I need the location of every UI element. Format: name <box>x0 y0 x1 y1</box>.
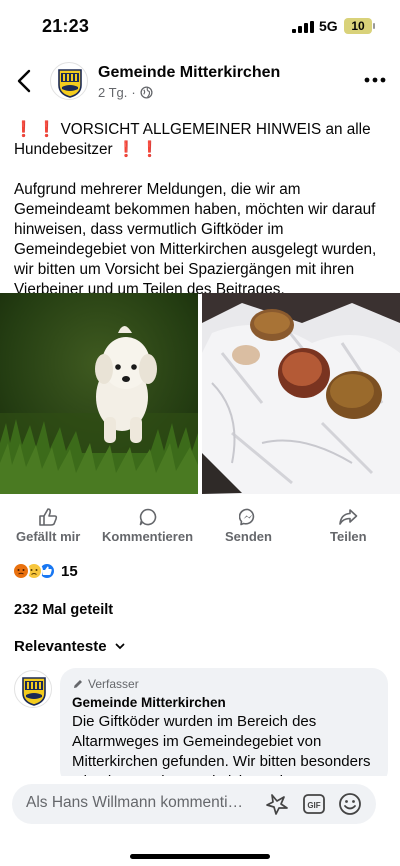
comment-bubble: Verfasser Gemeinde Mitterkirchen Die Gif… <box>60 668 388 790</box>
share-button[interactable]: Teilen <box>330 508 367 544</box>
author-badge: Verfasser <box>72 677 376 691</box>
meta-separator: · <box>131 85 136 100</box>
poison-bait-photo[interactable] <box>202 293 400 494</box>
comment-input[interactable] <box>26 794 266 812</box>
like-label: Gefällt mir <box>16 529 81 544</box>
comment-composer: GIF <box>12 784 376 824</box>
sort-label: Relevanteste <box>14 638 107 655</box>
pencil-icon <box>74 680 82 688</box>
share-icon <box>339 509 358 525</box>
angry-icon <box>12 562 30 580</box>
battery-cap <box>373 23 375 29</box>
coat-of-arms-icon <box>22 677 46 706</box>
messenger-icon <box>239 508 255 526</box>
comment-button[interactable]: Kommentieren <box>102 508 193 544</box>
reaction-count: 15 <box>61 562 78 580</box>
send-button[interactable]: Senden <box>225 508 272 544</box>
post-photos <box>0 293 400 494</box>
page-name[interactable]: Gemeinde Mitterkirchen <box>98 64 280 82</box>
network-type: 5G <box>319 18 338 34</box>
page-avatar[interactable] <box>50 62 88 100</box>
post-text: ❗ ❗ VORSICHT ALLGEMEINER HINWEIS an alle… <box>14 120 392 320</box>
coat-of-arms-icon <box>58 69 82 98</box>
author-badge-label: Verfasser <box>88 677 139 691</box>
thumbs-up-icon <box>39 508 58 526</box>
status-time: 21:23 <box>42 16 90 36</box>
exclamation-icon: ❗ <box>14 121 34 138</box>
comment-author-name[interactable]: Gemeinde Mitterkirchen <box>72 695 376 710</box>
more-options-icon[interactable] <box>362 70 388 90</box>
exclamation-icon: ❗ <box>140 141 160 158</box>
chevron-down-icon <box>115 643 124 650</box>
comment-label: Kommentieren <box>102 529 194 544</box>
comment-author-avatar[interactable] <box>14 670 52 708</box>
exclamation-icon: ❗ <box>116 141 136 158</box>
post-headline: ❗ ❗ VORSICHT ALLGEMEINER HINWEIS an alle… <box>14 120 392 160</box>
comment-icon <box>139 508 156 526</box>
back-arrow-icon[interactable] <box>14 68 36 94</box>
status-bar: 21:23 5G 10 <box>0 0 400 52</box>
signal-icon <box>292 21 314 33</box>
battery-icon: 10 <box>344 18 372 34</box>
gif-icon[interactable]: GIF <box>302 792 326 816</box>
post-body: Aufgrund mehrerer Meldungen, die wir am … <box>14 181 377 298</box>
emoji-icon[interactable] <box>338 792 362 816</box>
share-count[interactable]: 232 Mal geteilt <box>14 602 113 618</box>
share-label: Teilen <box>330 529 367 544</box>
post-actions: Gefällt mir Kommentieren Senden Teilen <box>0 508 400 550</box>
post-meta: 2 Tg. · <box>98 85 153 100</box>
post-age: 2 Tg. <box>98 85 128 100</box>
exclamation-icon: ❗ <box>37 121 57 138</box>
post-header: Gemeinde Mitterkirchen 2 Tg. · <box>0 56 400 108</box>
like-button[interactable]: Gefällt mir <box>16 508 80 544</box>
home-indicator <box>130 854 270 859</box>
avatar-sticker-icon[interactable] <box>264 792 290 816</box>
globe-icon <box>140 86 153 99</box>
headline-text: VORSICHT ALLGEMEINER HINWEIS an alle Hun… <box>14 121 371 158</box>
reactions-summary[interactable]: 15 <box>12 560 78 582</box>
svg-text:GIF: GIF <box>307 801 320 810</box>
comment-sort-dropdown[interactable]: Relevanteste <box>14 638 125 655</box>
send-label: Senden <box>225 529 272 544</box>
puppy-photo[interactable] <box>0 293 198 494</box>
comment-composer-bar: GIF <box>0 776 400 866</box>
